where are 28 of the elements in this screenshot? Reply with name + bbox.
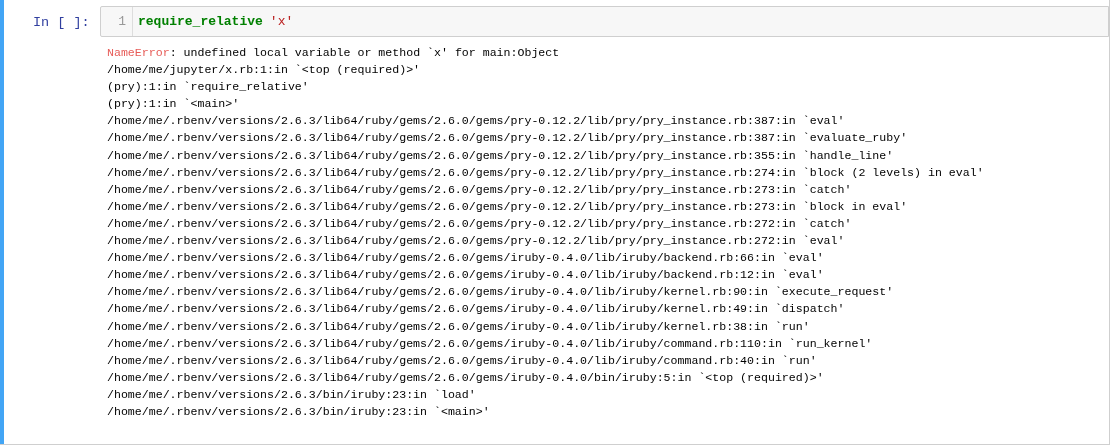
traceback-line: /home/me/.rbenv/versions/2.6.3/lib64/ruby/gems/2.6.0/gems/iruby-0.4.0/lib/iruby/kernel.rb:49:in `dispatch': [107, 301, 845, 318]
traceback-line: /home/me/.rbenv/versions/2.6.3/lib64/ruby/gems/2.6.0/gems/pry-0.12.2/lib/pry/pry_instance.rb:387:in `eval': [107, 113, 845, 130]
traceback-line: /home/me/.rbenv/versions/2.6.3/lib64/ruby/gems/2.6.0/gems/iruby-0.4.0/bin/iruby:5:in `<top (required)>': [107, 369, 824, 386]
traceback-line: (pry):1:in `require_relative': [107, 79, 309, 96]
traceback-line: /home/me/.rbenv/versions/2.6.3/lib64/ruby/gems/2.6.0/gems/iruby-0.4.0/lib/iruby/kernel.rb:38:in `run': [107, 318, 810, 335]
error-message: NameError: undefined local variable or method `x' for main:Object: [107, 45, 560, 61]
traceback-line: /home/me/.rbenv/versions/2.6.3/lib64/ruby/gems/2.6.0/gems/pry-0.12.2/lib/pry/pry_instance.rb:355:in `handle_line': [107, 147, 894, 164]
line-number: 1: [101, 7, 133, 36]
traceback-line: /home/me/.rbenv/versions/2.6.3/lib64/ruby/gems/2.6.0/gems/pry-0.12.2/lib/pry/pry_instance.rb:274:in `block (2 levels) in eval': [107, 164, 984, 181]
traceback-line: /home/me/.rbenv/versions/2.6.3/lib64/ruby/gems/2.6.0/gems/pry-0.12.2/lib/pry/pry_instance.rb:273:in `catch': [107, 181, 852, 198]
traceback-line: (pry):1:in `<main>': [107, 96, 240, 113]
traceback-line: /home/me/.rbenv/versions/2.6.3/lib64/ruby/gems/2.6.0/gems/iruby-0.4.0/lib/iruby/command.rb:110:in `run_kernel': [107, 335, 873, 352]
traceback-line: /home/me/.rbenv/versions/2.6.3/lib64/ruby/gems/2.6.0/gems/iruby-0.4.0/lib/iruby/backend.rb:12:in `eval': [107, 267, 824, 284]
code-editor[interactable]: 1 require_relative 'x': [100, 6, 1109, 37]
traceback-line: /home/me/.rbenv/versions/2.6.3/lib64/ruby/gems/2.6.0/gems/pry-0.12.2/lib/pry/pry_instance.rb:272:in `eval': [107, 233, 845, 250]
input-prompt: In [ ]:: [32, 14, 91, 32]
traceback-line: /home/me/.rbenv/versions/2.6.3/lib64/ruby/gems/2.6.0/gems/iruby-0.4.0/lib/iruby/command.rb:40:in `run': [107, 352, 817, 369]
traceback-line: /home/me/.rbenv/versions/2.6.3/lib64/ruby/gems/2.6.0/gems/iruby-0.4.0/lib/iruby/backend.rb:66:in `eval': [107, 250, 824, 267]
traceback-line: /home/me/.rbenv/versions/2.6.3/lib64/ruby/gems/2.6.0/gems/pry-0.12.2/lib/pry/pry_instance.rb:272:in `catch': [107, 215, 852, 232]
traceback-line: /home/me/.rbenv/versions/2.6.3/lib64/ruby/gems/2.6.0/gems/pry-0.12.2/lib/pry/pry_instance.rb:387:in `evaluate_ruby': [107, 130, 908, 147]
code-token: require_relative: [138, 12, 263, 31]
traceback-line: /home/me/.rbenv/versions/2.6.3/lib64/ruby/gems/2.6.0/gems/iruby-0.4.0/lib/iruby/kernel.rb:90:in `execute_request': [107, 284, 894, 301]
traceback-line: /home/me/.rbenv/versions/2.6.3/bin/iruby:23:in `<main>': [107, 403, 490, 420]
traceback-line: /home/me/jupyter/x.rb:1:in `<top (required)>': [107, 62, 421, 79]
notebook-cell[interactable]: [0, 0, 1110, 445]
traceback-line: /home/me/.rbenv/versions/2.6.3/lib64/ruby/gems/2.6.0/gems/pry-0.12.2/lib/pry/pry_instance.rb:273:in `block in eval': [107, 198, 908, 215]
code-token: 'x': [269, 12, 294, 31]
traceback-line: /home/me/.rbenv/versions/2.6.3/bin/iruby:23:in `load': [107, 386, 476, 403]
